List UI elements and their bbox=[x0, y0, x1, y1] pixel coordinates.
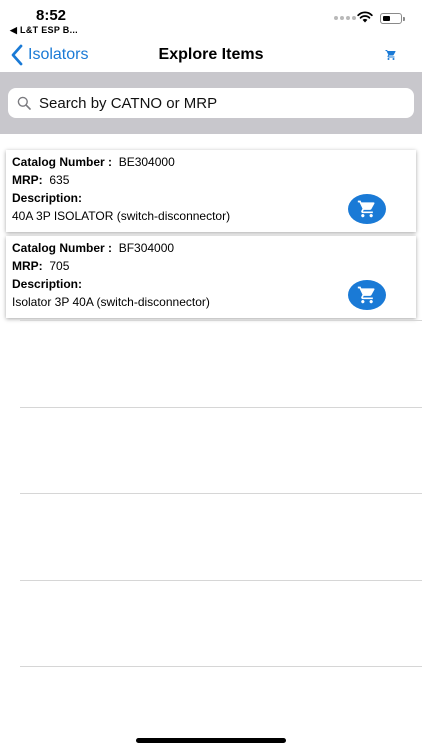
mrp-row: MRP: 705 bbox=[12, 259, 69, 273]
status-time: 8:52 bbox=[36, 7, 67, 24]
catalog-number-row: Catalog Number : BF304000 bbox=[12, 241, 174, 255]
cellular-signal-icon bbox=[334, 16, 356, 20]
search-input[interactable] bbox=[39, 94, 399, 112]
description-label: Description: bbox=[12, 191, 83, 205]
shopping-cart-icon[interactable] bbox=[385, 49, 397, 61]
catalog-number-label: Catalog Number : bbox=[12, 155, 113, 169]
battery-icon bbox=[380, 13, 405, 24]
catalog-number-value: BF304000 bbox=[118, 241, 175, 255]
list-separator bbox=[20, 666, 422, 667]
status-bar: 8:52 ◀ L&T ESP B... bbox=[0, 0, 422, 40]
home-indicator[interactable] bbox=[136, 738, 286, 743]
list-separator bbox=[20, 493, 422, 494]
item-card[interactable]: Catalog Number : BE304000 MRP: 635 Descr… bbox=[6, 150, 416, 232]
description-label: Description: bbox=[12, 277, 83, 291]
wifi-icon bbox=[357, 11, 373, 23]
search-bar-container bbox=[0, 72, 422, 134]
mrp-label: MRP: bbox=[12, 173, 43, 187]
add-to-cart-button[interactable] bbox=[348, 280, 386, 310]
description-value: Isolator 3P 40A (switch-disconnector) bbox=[12, 295, 210, 309]
item-card[interactable]: Catalog Number : BF304000 MRP: 705 Descr… bbox=[6, 236, 416, 318]
catalog-number-row: Catalog Number : BE304000 bbox=[12, 155, 175, 169]
description-value: 40A 3P ISOLATOR (switch-disconnector) bbox=[12, 209, 231, 223]
mrp-row: MRP: 635 bbox=[12, 173, 69, 187]
list-separator bbox=[20, 320, 422, 321]
mrp-value: 705 bbox=[49, 259, 70, 273]
mrp-label: MRP: bbox=[12, 259, 43, 273]
navigation-bar: Isolators Explore Items bbox=[0, 40, 422, 72]
page-title: Explore Items bbox=[158, 46, 264, 63]
list-separator bbox=[20, 407, 422, 408]
list-separator bbox=[20, 580, 422, 581]
shopping-cart-icon bbox=[357, 286, 375, 304]
add-to-cart-button[interactable] bbox=[348, 194, 386, 224]
catalog-number-label: Catalog Number : bbox=[12, 241, 113, 255]
catalog-number-value: BE304000 bbox=[118, 155, 175, 169]
search-icon bbox=[17, 96, 31, 110]
mrp-value: 635 bbox=[49, 173, 70, 187]
shopping-cart-icon bbox=[357, 200, 375, 218]
search-box[interactable] bbox=[8, 88, 414, 118]
back-to-app-link[interactable]: ◀ L&T ESP B... bbox=[10, 25, 78, 36]
